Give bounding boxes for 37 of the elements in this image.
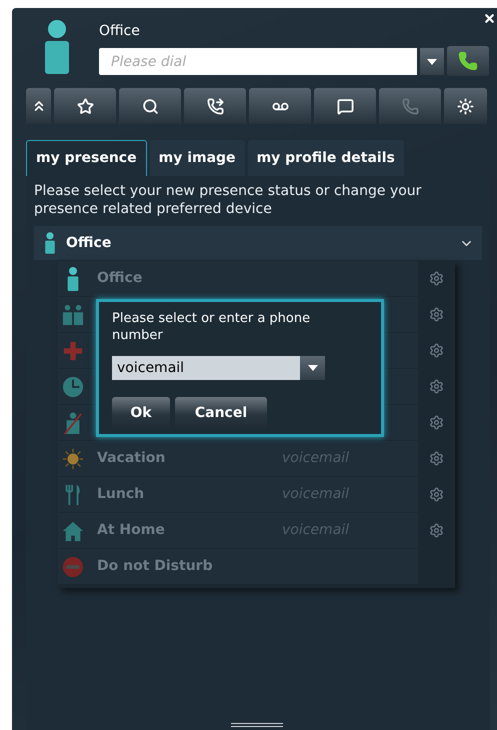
no-entry-icon [62,554,84,578]
dialog-button[interactable]: Cancel [175,397,267,429]
toolbar-button[interactable] [184,88,246,124]
tab[interactable]: my image [150,140,245,176]
speech-bubble-icon [336,98,354,114]
phone-icon [458,51,478,71]
clock-icon [62,374,84,398]
crossed-person-icon [62,410,84,434]
search-icon [142,98,158,114]
sun-icon [62,446,84,470]
toolbar-button[interactable] [249,88,311,124]
phone-forward-icon [206,98,224,114]
toolbar-button[interactable] [119,88,181,124]
description: Please select your new presence status or change your presence related preferred device [34,182,422,218]
presence-label: Office [99,22,141,40]
phone-number-field[interactable]: voicemail [112,356,300,380]
toolbar-button[interactable] [26,88,51,124]
dropdown-button[interactable] [300,356,325,380]
person-icon [44,231,56,255]
tab[interactable]: my profile details [248,140,404,176]
dialog-message: Please select or enter a phone number [112,310,312,344]
toolbar-button[interactable] [444,88,487,124]
people-icon [62,302,84,326]
presence-select[interactable]: Office [34,226,482,260]
dropdown-button[interactable] [420,48,444,75]
resize-handle[interactable] [231,723,283,727]
dial-field[interactable]: Please dial [99,48,417,75]
caret-icon [308,365,318,371]
caret-icon [427,58,437,64]
toolbar-button[interactable] [314,88,376,124]
close-icon [482,12,496,24]
phone-icon [402,98,418,114]
toolbar-button[interactable] [54,88,116,124]
star-icon [76,98,94,114]
tab[interactable]: my presence [26,140,147,176]
dialog-button[interactable]: Ok [112,397,170,429]
call-button[interactable] [447,46,489,76]
